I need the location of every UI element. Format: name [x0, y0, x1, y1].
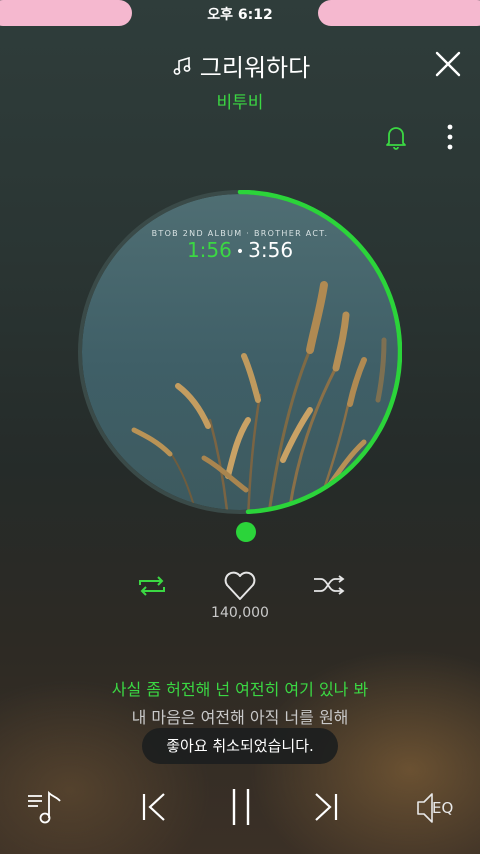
toast-message: 좋아요 취소되었습니다.: [142, 728, 338, 764]
pause-icon[interactable]: [226, 786, 256, 828]
seek-knob[interactable]: [236, 522, 256, 542]
time-display: 1:56 • 3:56: [0, 238, 480, 262]
like-count: 140,000: [211, 605, 269, 621]
song-title: 그리워하다: [199, 54, 311, 82]
status-time: 오후 6:12: [207, 7, 273, 23]
song-title-row: 그리워하다: [0, 48, 480, 83]
time-separator: •: [235, 243, 245, 260]
heart-icon[interactable]: [222, 570, 258, 602]
playlist-icon[interactable]: [26, 788, 66, 826]
lyric-current-line[interactable]: 사실 좀 허전해 넌 여전히 여기 있나 봐: [0, 676, 480, 700]
more-vertical-icon[interactable]: [440, 122, 460, 152]
close-icon[interactable]: [434, 50, 462, 78]
lyric-next-line[interactable]: 내 마음은 여전해 아직 너를 원해: [0, 704, 480, 728]
shuffle-icon[interactable]: [312, 572, 346, 598]
eq-label[interactable]: EQ: [432, 799, 453, 817]
repeat-icon[interactable]: [136, 572, 168, 600]
total-time: 3:56: [248, 238, 294, 262]
artist-name[interactable]: 비투비: [0, 88, 480, 113]
bell-icon[interactable]: [384, 124, 408, 150]
previous-icon[interactable]: [140, 790, 168, 824]
music-note-icon: [173, 56, 191, 75]
current-time: 1:56: [186, 238, 232, 262]
next-icon[interactable]: [312, 790, 340, 824]
album-caption: BTOB 2ND ALBUM · BROTHER ACT.: [151, 229, 329, 238]
